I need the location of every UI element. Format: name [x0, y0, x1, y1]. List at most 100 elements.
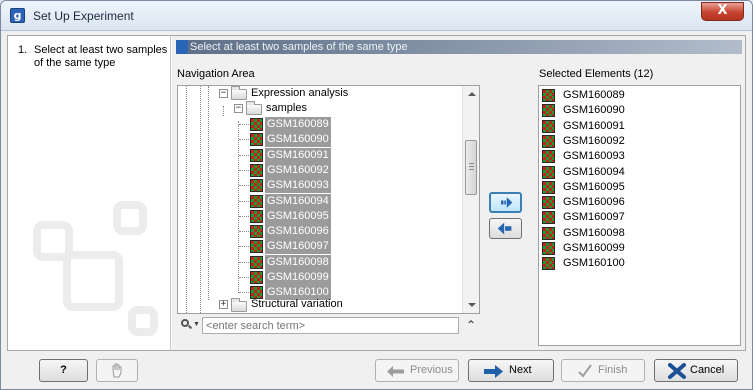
sample-label: GSM160093 — [265, 178, 331, 194]
collapse-toggle-icon[interactable]: − — [219, 89, 228, 98]
microarray-sample-icon — [542, 211, 555, 225]
folder-open-icon — [246, 101, 262, 115]
selected-elements-label: Selected Elements (12) — [539, 68, 654, 80]
tree-item-sample[interactable]: GSM160090 — [250, 132, 370, 148]
selected-list-item[interactable]: GSM160096 — [542, 195, 732, 210]
sample-label: GSM160090 — [265, 132, 331, 148]
selected-item-label: GSM160089 — [563, 89, 625, 101]
arrow-right-icon — [484, 365, 503, 378]
microarray-sample-icon — [542, 196, 555, 210]
microarray-sample-icon — [250, 118, 263, 131]
app-logo-icon: g — [10, 8, 25, 23]
scroll-thumb[interactable] — [465, 140, 477, 195]
finish-button[interactable]: Finish — [561, 359, 645, 382]
selected-list-item[interactable]: GSM160092 — [542, 134, 732, 149]
microarray-sample-icon — [250, 240, 263, 254]
search-icon[interactable]: ▼ — [181, 318, 200, 332]
tree-item-sample[interactable]: GSM160096 — [250, 224, 370, 240]
hand-icon — [112, 363, 122, 378]
sample-label: GSM160089 — [265, 117, 331, 132]
microarray-sample-icon — [542, 257, 555, 271]
search-bar: ▼ ⌃ — [177, 315, 480, 335]
tree-item-sample[interactable]: GSM160095 — [250, 208, 370, 224]
selected-list-item[interactable]: GSM160093 — [542, 149, 732, 164]
previous-label: Previous — [410, 364, 453, 376]
selected-list-item[interactable]: GSM160095 — [542, 180, 732, 195]
microarray-sample-icon — [250, 163, 263, 177]
close-button[interactable]: X — [701, 2, 744, 21]
scroll-down-icon[interactable] — [468, 303, 476, 307]
tree-label: Expression analysis — [251, 87, 349, 99]
collapse-all-icon[interactable]: ⌃ — [466, 317, 476, 333]
arrow-left-icon — [497, 222, 512, 235]
selected-item-label: GSM160099 — [563, 242, 625, 254]
selected-list-item[interactable]: GSM160090 — [542, 103, 732, 118]
tree-item-sample[interactable]: GSM160099 — [250, 270, 370, 285]
microarray-sample-icon — [542, 150, 555, 164]
tree-item-sample[interactable]: GSM160093 — [250, 178, 370, 194]
search-input[interactable] — [202, 317, 459, 334]
microarray-sample-icon — [542, 89, 555, 102]
tree-item-sample[interactable]: GSM160098 — [250, 254, 370, 270]
selected-elements-list[interactable]: GSM160089 GSM160090 GSM160091 GSM160092 GSM1… — [538, 85, 741, 346]
microarray-sample-icon — [542, 165, 555, 179]
selected-list-item[interactable]: GSM160100 — [542, 256, 732, 271]
title-bar: g Set Up Experiment X — [1, 1, 752, 31]
selected-item-label: GSM160093 — [563, 150, 625, 163]
sample-label: GSM160098 — [265, 254, 331, 270]
selected-list-item[interactable]: GSM160097 — [542, 210, 732, 225]
folder-icon — [231, 298, 247, 312]
add-to-selected-button[interactable] — [489, 192, 522, 213]
tree-item-expression-analysis[interactable]: − Expression analysis — [218, 86, 458, 101]
wizard-body: 1. Select at least two samples of the sa… — [7, 35, 746, 351]
selected-item-label: GSM160092 — [563, 134, 625, 147]
selected-item-label: GSM160095 — [563, 180, 625, 193]
microarray-sample-icon — [542, 119, 555, 133]
tree-item-sample[interactable]: GSM160092 — [250, 162, 370, 178]
sample-label: GSM160094 — [265, 193, 331, 209]
selected-item-label: GSM160090 — [563, 104, 625, 117]
step-label: Select at least two samples of the same … — [34, 44, 168, 69]
sample-label: GSM160097 — [265, 239, 331, 255]
sample-label: GSM160099 — [265, 270, 331, 285]
microarray-sample-icon — [250, 209, 263, 223]
remove-from-selected-button[interactable] — [489, 218, 522, 239]
microarray-sample-icon — [250, 225, 263, 239]
navigation-area-label: Navigation Area — [177, 68, 255, 80]
selected-list-item[interactable]: GSM160091 — [542, 119, 732, 134]
selected-list-item[interactable]: GSM160099 — [542, 241, 732, 256]
watermark-logo-icon — [33, 201, 163, 350]
sample-label: GSM160092 — [265, 162, 331, 178]
microarray-sample-icon — [250, 194, 263, 208]
cancel-button[interactable]: Cancel — [654, 359, 738, 382]
previous-button[interactable]: Previous — [375, 359, 459, 382]
step-number: 1. — [18, 44, 28, 56]
microarray-sample-icon — [542, 134, 555, 148]
selected-item-label: GSM160096 — [563, 196, 625, 209]
tree-item-structural-variation[interactable]: + Structural variation — [218, 297, 458, 312]
selected-list-item[interactable]: GSM160098 — [542, 226, 732, 241]
next-button[interactable]: Next — [468, 359, 554, 382]
navigation-tree[interactable]: − Expression analysis − samples GSM16008… — [177, 85, 480, 314]
tree-item-sample[interactable]: GSM160089 — [250, 117, 370, 132]
vertical-scrollbar[interactable] — [462, 86, 479, 313]
sample-label: GSM160095 — [265, 208, 331, 224]
window-title: Set Up Experiment — [33, 9, 134, 23]
expand-toggle-icon[interactable]: + — [219, 300, 228, 309]
tree-item-sample[interactable]: GSM160097 — [250, 239, 370, 255]
microarray-sample-icon — [250, 271, 263, 284]
selected-list-item[interactable]: GSM160094 — [542, 165, 732, 180]
tree-item-sample[interactable]: GSM160091 — [250, 147, 370, 163]
selected-list-item[interactable]: GSM160089 — [542, 88, 732, 103]
tree-item-sample[interactable]: GSM160094 — [250, 193, 370, 209]
finish-label: Finish — [598, 364, 628, 376]
microarray-sample-icon — [542, 242, 555, 255]
folder-open-icon — [231, 86, 247, 100]
tree-item-samples[interactable]: − samples — [233, 101, 453, 116]
collapse-toggle-icon[interactable]: − — [234, 104, 243, 113]
selected-item-label: GSM160100 — [563, 257, 625, 270]
sample-label: GSM160091 — [265, 147, 331, 163]
restore-defaults-button[interactable] — [96, 359, 138, 382]
help-button[interactable]: ? — [39, 359, 88, 382]
scroll-up-icon[interactable] — [468, 92, 476, 96]
